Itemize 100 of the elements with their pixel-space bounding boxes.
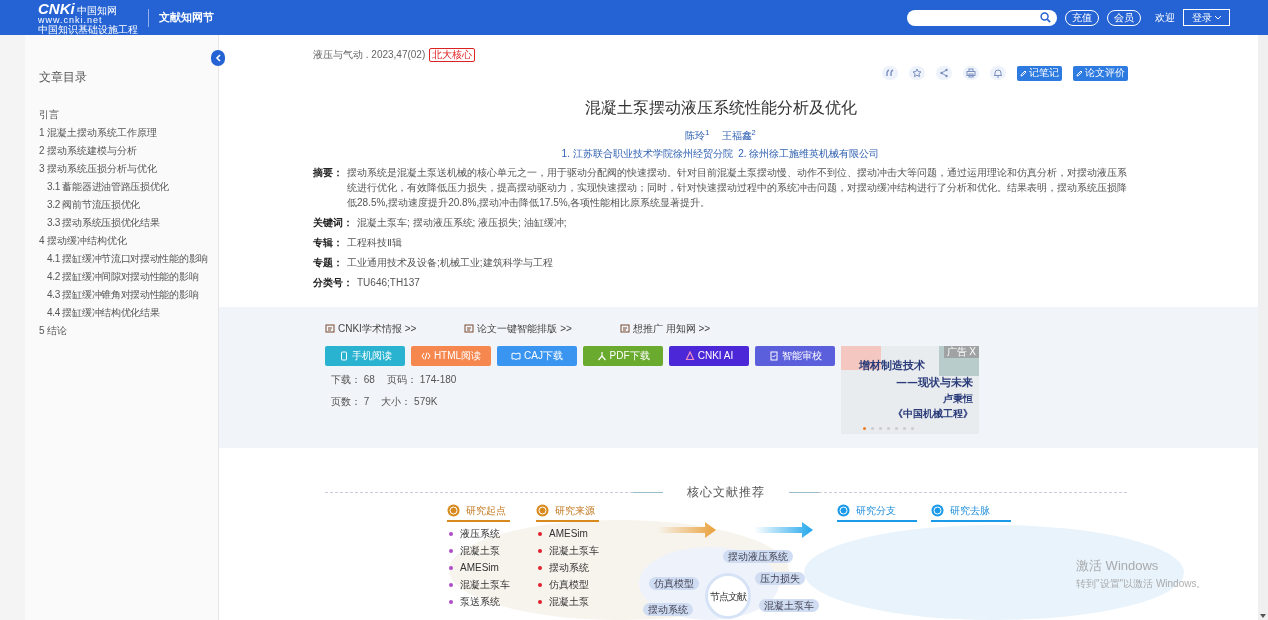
toc-item[interactable]: 4 摆动缓冲结构优化	[39, 232, 218, 250]
section-title: 文献知网节	[159, 10, 214, 26]
toc-subitem[interactable]: 3.2 阀前节流压损优化	[39, 196, 218, 214]
print-icon[interactable]	[963, 66, 979, 80]
document-icon	[619, 323, 630, 334]
quote-icon[interactable]	[882, 66, 898, 80]
toc-item[interactable]: 3 摆动系统压损分析与优化	[39, 160, 218, 178]
ad-shape	[841, 346, 881, 370]
author-link[interactable]: 王福鑫$^{2}$	[721, 128, 756, 143]
scrollbar[interactable]	[1258, 35, 1268, 620]
arrow-icon	[657, 522, 717, 538]
pencil-icon	[1020, 69, 1027, 77]
keyword-link[interactable]: AMESim	[460, 562, 499, 574]
toc-title: 文章目录	[39, 69, 88, 86]
article-action-button[interactable]: 论文评价	[1073, 65, 1128, 81]
cnki-logo[interactable]: CNKi中国知网 www.cnki.net 中国知识基础设施工程	[38, 0, 138, 35]
author-link[interactable]: 陈玲$^{1}$	[685, 128, 710, 143]
service-link[interactable]: 论文一键智能排版 >>	[464, 321, 572, 336]
circle-icon	[837, 504, 850, 517]
toc-subitem[interactable]: 4.4 摆缸缓冲结构优化结果	[39, 304, 218, 322]
star-icon[interactable]	[909, 66, 925, 80]
keyword-link[interactable]: 泵送系统	[460, 596, 500, 608]
keyword-link[interactable]: AMESim	[549, 528, 588, 540]
document-icon	[325, 323, 335, 334]
research-tab[interactable]: 研究去脉	[931, 503, 1011, 522]
ad-journal: 《中国机械工程》	[893, 407, 973, 421]
keyword-bubble[interactable]: 摆动液压系统	[723, 550, 793, 563]
ad-subheadline: ——现状与未来	[896, 374, 973, 391]
toc-item[interactable]: 2 摆动系统建模与分析	[39, 142, 218, 160]
pdf-icon	[596, 351, 607, 361]
toc-subitem[interactable]: 3.1 蓄能器进油管路压损优化	[39, 178, 218, 196]
document-icon	[464, 323, 475, 334]
keyword-bubble[interactable]: 混凝土泵车	[759, 599, 819, 612]
search-icon[interactable]	[1040, 12, 1051, 23]
toc-item[interactable]: 引言	[39, 106, 218, 124]
keyword-link[interactable]: 混凝土泵	[460, 545, 500, 557]
field-value: 工业通用技术及设备;机械工业;建筑科学与工程	[347, 256, 553, 270]
collapse-button[interactable]	[211, 50, 225, 66]
keyword-link[interactable]: 仿真模型	[549, 579, 589, 591]
field-label: 关键词：	[313, 216, 353, 230]
field-label: 摘要：	[313, 166, 343, 180]
login-button[interactable]: 登录	[1183, 9, 1230, 26]
phone-icon	[338, 351, 349, 361]
keyword-link[interactable]: 混凝土泵	[549, 596, 589, 608]
stat-text: 页码： 174-180	[386, 373, 457, 387]
keyword-bubble[interactable]: 摆动系统	[643, 603, 693, 616]
research-tab[interactable]: 研究起点	[447, 503, 510, 522]
share-icon[interactable]	[936, 66, 952, 80]
field-label: 专题：	[313, 256, 343, 270]
article-action-button[interactable]: 记笔记	[1017, 65, 1062, 81]
chevron-left-icon	[215, 54, 221, 62]
toc-subitem[interactable]: 4.3 摆缸缓冲锥角对摆动性能的影响	[39, 286, 218, 304]
keyword-link[interactable]: 摆动系统	[549, 562, 589, 574]
check-icon	[768, 351, 779, 361]
scroll-down-arrow[interactable]	[1260, 614, 1266, 618]
bell-icon[interactable]	[990, 66, 1006, 80]
field-value: 摆动系统是混凝土泵送机械的核心单元之一，用于驱动分配阀的快速摆动。针对目前混凝土泵摆动慢、动作不到位、摆动冲击大等问题，通过运用理论和仿真分析，对摆动液压系统进行优化，有效降低压力损失，提高摆动驱动力，实现快速摆动；同时，针对快速摆动过程中的系统冲击问题，对摆动缓冲结构进行了分析和优化。结果表明，摆动系统压损降低28.5%,摆动速度提升20.8%,摆动冲击降低17.5%,各项性能相比原系统显著提升。	[347, 166, 1128, 210]
research-tab[interactable]: 研究来源	[536, 503, 599, 522]
welcome-text: 欢迎	[1155, 11, 1175, 25]
keyword-link[interactable]: 混凝土泵车	[549, 545, 599, 557]
service-link[interactable]: 想推广 用知网 >>	[619, 321, 711, 336]
section-heading: 核心文献推荐	[686, 484, 766, 501]
toc-subitem[interactable]: 3.3 摆动系统压损优化结果	[39, 214, 218, 232]
toc-item[interactable]: 1 混凝土摆动系统工作原理	[39, 124, 218, 142]
download-button[interactable]: 智能审校	[755, 346, 835, 366]
service-link[interactable]: CNKI学术情报 >>	[325, 321, 417, 336]
pencil-icon	[1076, 69, 1083, 77]
arrow-icon	[754, 522, 814, 538]
article-title: 混凝土泵摆动液压系统性能分析及优化	[583, 98, 858, 118]
stat-text: 页数： 7	[331, 395, 370, 409]
affiliation-text[interactable]: 1. 江苏联合职业技术学院徐州经贸分院 2. 徐州徐工施维英机械有限公司	[313, 146, 1128, 161]
activation-text: 转到"设置"以激活 Windows。	[1076, 576, 1207, 591]
field-label: 分类号：	[313, 276, 353, 290]
core-journal-tag: 北大核心	[429, 47, 476, 62]
search-field[interactable]	[907, 9, 1057, 26]
keyword-bubble[interactable]: 仿真模型	[649, 577, 699, 590]
toc-item[interactable]: 5 结论	[39, 322, 218, 340]
activation-title: 激活 Windows	[1076, 557, 1160, 575]
field-value: 工程科技Ⅱ辑	[347, 236, 402, 250]
journal-source[interactable]: 液压与气动 . 2023,47(02)	[313, 47, 426, 62]
ai-icon	[684, 351, 695, 361]
stat-text: 大小： 579K	[381, 395, 438, 409]
circle-icon	[931, 504, 944, 517]
toc-subitem[interactable]: 4.1 摆缸缓冲节流口对摆动性能的影响	[39, 250, 218, 268]
keyword-link[interactable]: 混凝土泵车	[460, 579, 510, 591]
field-label: 专辑：	[313, 236, 343, 250]
ad-banner[interactable]: 广告 X 增材制造技术 ——现状与未来 卢秉恒 《中国机械工程》	[841, 346, 979, 434]
caret-icon	[1215, 15, 1221, 20]
stat-text: 下载： 68	[331, 373, 375, 387]
field-value: TU646;TH137	[357, 276, 420, 290]
ad-headline: 增材制造技术	[859, 358, 925, 374]
toc-subitem[interactable]: 4.2 摆缸缓冲间隙对摆动性能的影响	[39, 268, 218, 286]
caj-icon	[511, 351, 522, 361]
research-tab[interactable]: 研究分支	[837, 503, 917, 522]
ad-author: 卢秉恒	[943, 392, 973, 406]
html-icon	[420, 351, 431, 361]
keyword-link[interactable]: 液压系统	[460, 528, 500, 540]
keyword-bubble[interactable]: 压力损失	[755, 572, 805, 585]
field-value: 混凝土泵车; 摆动液压系统; 液压损失; 油缸缓冲;	[357, 216, 567, 230]
download-button[interactable]: CNKI AI	[669, 346, 749, 366]
